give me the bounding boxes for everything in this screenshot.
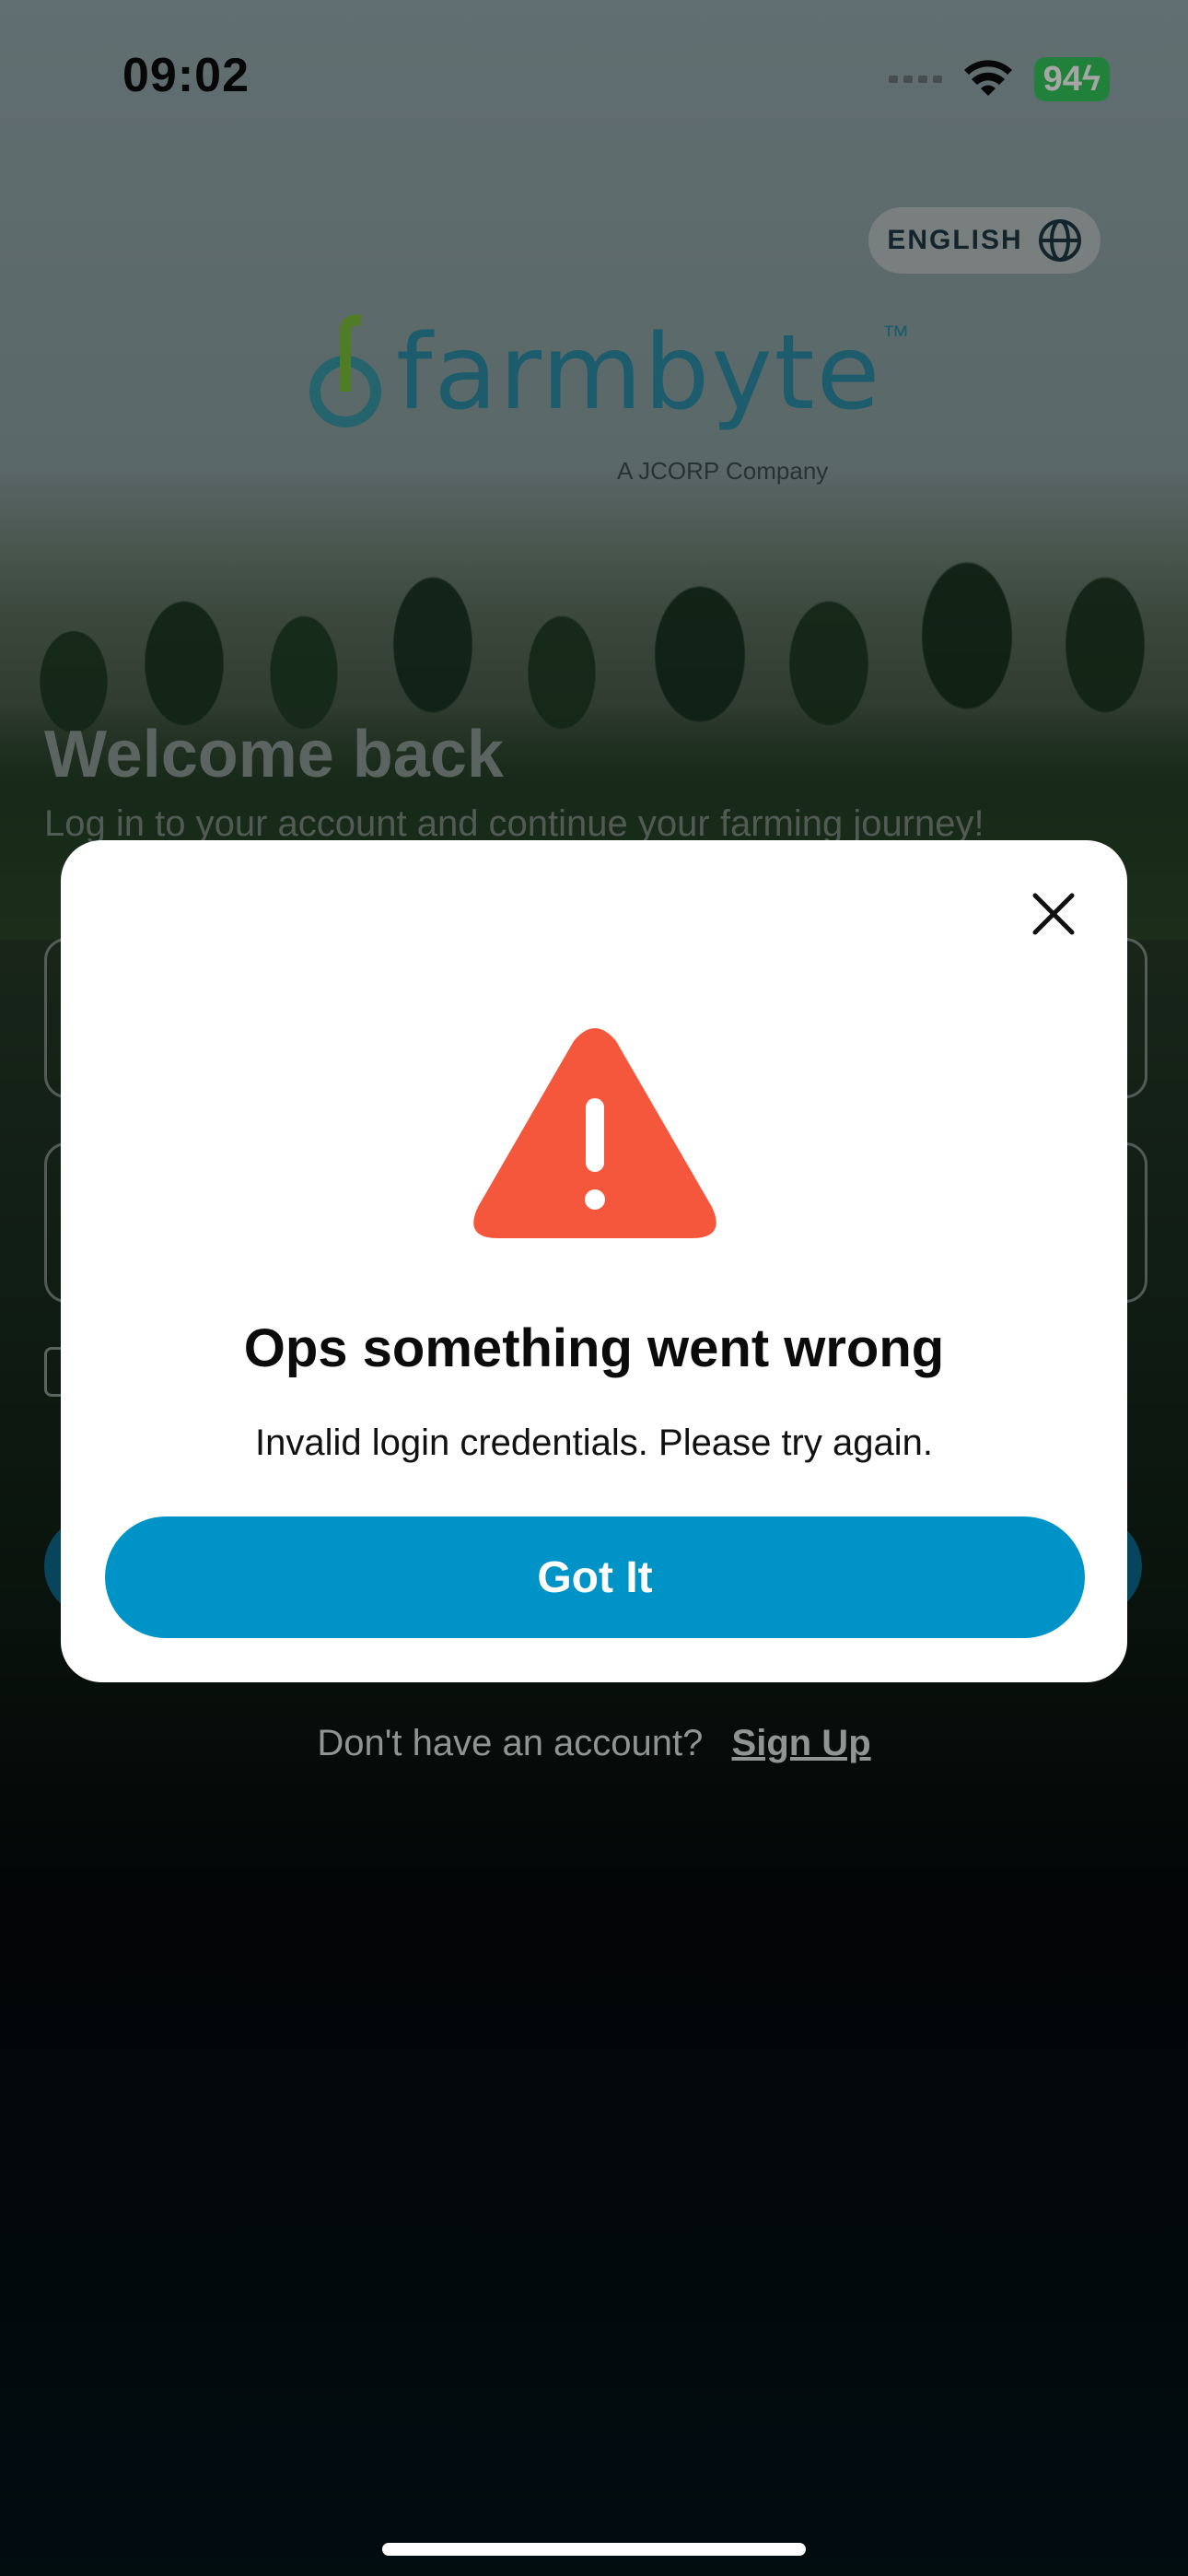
dialog-message: Invalid login credentials. Please try ag…: [255, 1423, 933, 1463]
app-screen: 09:02 94ϟ ENGLISH farmbyte ™ A JCORP Com…: [0, 0, 1188, 2576]
close-button[interactable]: [1028, 888, 1079, 940]
got-it-button[interactable]: Got It: [105, 1516, 1085, 1638]
warning-icon: [473, 1028, 716, 1238]
signup-prompt: Don't have an account?: [317, 1723, 704, 1763]
error-dialog: Ops something went wrong Invalid login c…: [61, 840, 1127, 1682]
signup-row: Don't have an account? Sign Up: [0, 1723, 1188, 1764]
signup-link[interactable]: Sign Up: [732, 1723, 871, 1763]
close-icon: [1032, 893, 1075, 935]
home-indicator[interactable]: [382, 2543, 806, 2556]
dialog-title: Ops something went wrong: [243, 1318, 945, 1378]
